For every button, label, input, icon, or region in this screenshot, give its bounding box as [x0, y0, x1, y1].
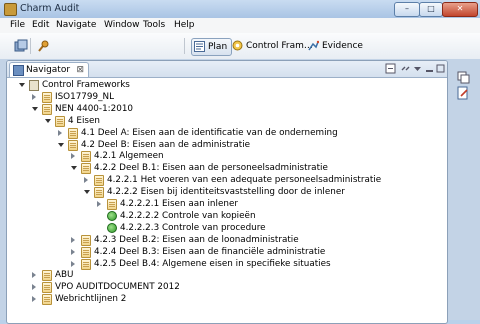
- folder-icon: [55, 115, 65, 127]
- expand-closed-icon[interactable]: [32, 296, 36, 303]
- close-button[interactable]: ✕: [442, 2, 478, 17]
- tree-item-label: 4.2.2.2 Eisen bij identiteitsvaststellin…: [107, 187, 345, 198]
- tree-item-label: 4.2.3 Deel B.2: Eisen aan de loonadminis…: [94, 234, 299, 245]
- control-icon: [107, 222, 117, 233]
- tree-item-label: 4.2.2.2.3 Controle van procedure: [120, 222, 266, 233]
- perspective-control-frameworks-label: Control Fram…: [246, 41, 313, 51]
- control-icon: [107, 210, 117, 221]
- navigator-tab-label: Navigator: [26, 65, 71, 75]
- expand-closed-icon[interactable]: [71, 153, 75, 160]
- minimize-view-icon[interactable]: [424, 63, 435, 74]
- frameworks-root-icon: [29, 80, 39, 91]
- toolbar-separator: [30, 38, 31, 54]
- navigator-icon: [13, 65, 24, 76]
- main-toolbar: Plan Control Fram… Evidence: [0, 33, 480, 60]
- menu-tools[interactable]: Tools: [143, 20, 165, 30]
- folder-icon: [94, 187, 104, 199]
- expand-closed-icon[interactable]: [71, 260, 75, 267]
- tree-item-label: ABU: [55, 270, 74, 281]
- menu-help[interactable]: Help: [174, 20, 195, 30]
- menu-edit[interactable]: Edit: [32, 20, 49, 30]
- link-with-editor-icon[interactable]: [400, 63, 411, 74]
- expand-closed-icon[interactable]: [71, 248, 75, 255]
- tree-item-label: 4.1 Deel A: Eisen aan de identificatie v…: [81, 127, 338, 138]
- perspective-plan-button[interactable]: Plan: [191, 38, 233, 56]
- menu-bar: File Edit Navigate Window Tools Help: [0, 18, 480, 34]
- maximize-button[interactable]: □: [419, 2, 443, 17]
- toolbar-separator: [184, 38, 185, 54]
- navigator-tab[interactable]: Navigator ⊠: [9, 62, 90, 77]
- tree-item-label: Webrichtlijnen 2: [55, 294, 127, 305]
- folder-icon: [94, 175, 104, 187]
- folder-icon: [42, 282, 52, 294]
- title-bar: Charm Audit – □ ✕: [0, 0, 480, 18]
- tree-item-label: 4 Eisen: [68, 115, 100, 126]
- tree-item-label: 4.2.2 Deel B.1: Eisen aan de personeelsa…: [94, 163, 328, 174]
- expand-closed-icon[interactable]: [32, 284, 36, 291]
- folder-icon: [68, 127, 78, 139]
- save-all-icon[interactable]: [14, 39, 28, 53]
- folder-icon: [81, 258, 91, 270]
- expand-closed-icon[interactable]: [58, 129, 62, 136]
- tree-item-label: ISO17799_NL: [55, 91, 114, 102]
- perspective-control-frameworks-button[interactable]: Control Fram…: [230, 38, 313, 54]
- menu-window[interactable]: Window: [104, 20, 140, 30]
- window-title: Charm Audit: [20, 3, 80, 14]
- expand-open-icon[interactable]: [19, 83, 25, 87]
- expand-open-icon[interactable]: [32, 106, 38, 111]
- minimize-button[interactable]: –: [394, 2, 420, 17]
- plan-icon: [194, 41, 205, 52]
- pin-icon[interactable]: [36, 39, 50, 53]
- perspective-evidence-label: Evidence: [322, 41, 363, 51]
- folder-icon: [42, 103, 52, 115]
- tree-item-label: 4.2.2.2.2 Controle van kopieën: [120, 210, 256, 221]
- folder-icon: [42, 91, 52, 103]
- folder-icon: [81, 234, 91, 246]
- expand-closed-icon[interactable]: [84, 177, 88, 184]
- tree-item-label: Control Frameworks: [42, 80, 130, 90]
- maximize-view-icon[interactable]: [435, 63, 446, 74]
- tree-item-label: 4.2.5 Deel B.4: Algemene eisen in specif…: [94, 258, 331, 269]
- view-menu-icon[interactable]: [412, 63, 423, 74]
- folder-icon: [68, 139, 78, 151]
- collapse-all-icon[interactable]: [385, 63, 396, 74]
- menu-file[interactable]: File: [10, 20, 25, 30]
- expand-closed-icon[interactable]: [32, 272, 36, 279]
- perspective-plan-label: Plan: [208, 42, 228, 52]
- tree-item-label: 4.2.1 Algemeen: [94, 151, 164, 162]
- app-icon: [4, 3, 17, 16]
- restore-view-icon[interactable]: [456, 70, 470, 84]
- tree-item-label: 4.2 Deel B: Eisen aan de administratie: [81, 139, 251, 150]
- expand-open-icon[interactable]: [58, 142, 64, 147]
- folder-icon: [42, 294, 52, 306]
- navigator-tab-row: Navigator ⊠: [7, 61, 447, 78]
- trim-stack: [450, 60, 480, 322]
- tree-item-label: 4.2.2.2.1 Eisen aan inlener: [120, 199, 238, 209]
- navigator-view: Navigator ⊠ Control Frameworks ISO17799_N…: [6, 60, 448, 324]
- expand-closed-icon[interactable]: [71, 236, 75, 243]
- document-edit-icon[interactable]: [456, 86, 470, 100]
- expand-closed-icon[interactable]: [97, 201, 101, 207]
- expand-closed-icon[interactable]: [32, 93, 36, 100]
- tree-item-label: VPO AUDITDOCUMENT 2012: [55, 282, 180, 293]
- folder-icon: [81, 246, 91, 258]
- tree-item-label: 4.2.2.1 Het voeren van een adequate pers…: [107, 175, 382, 186]
- expand-open-icon[interactable]: [45, 118, 51, 123]
- close-icon[interactable]: ⊠: [77, 63, 85, 77]
- tree-item-label: NEN 4400-1:2010: [55, 103, 134, 114]
- expand-open-icon[interactable]: [71, 166, 77, 171]
- tree-item-label: 4.2.4 Deel B.3: Eisen aan de financiële …: [94, 246, 326, 257]
- folder-icon: [107, 199, 117, 210]
- expand-open-icon[interactable]: [84, 190, 90, 195]
- control-framework-icon: [232, 40, 243, 51]
- perspective-evidence-button[interactable]: Evidence: [306, 38, 363, 54]
- folder-icon: [81, 151, 91, 163]
- folder-icon: [81, 163, 91, 175]
- folder-icon: [42, 270, 52, 282]
- evidence-icon: [308, 40, 320, 51]
- menu-navigate[interactable]: Navigate: [56, 20, 96, 30]
